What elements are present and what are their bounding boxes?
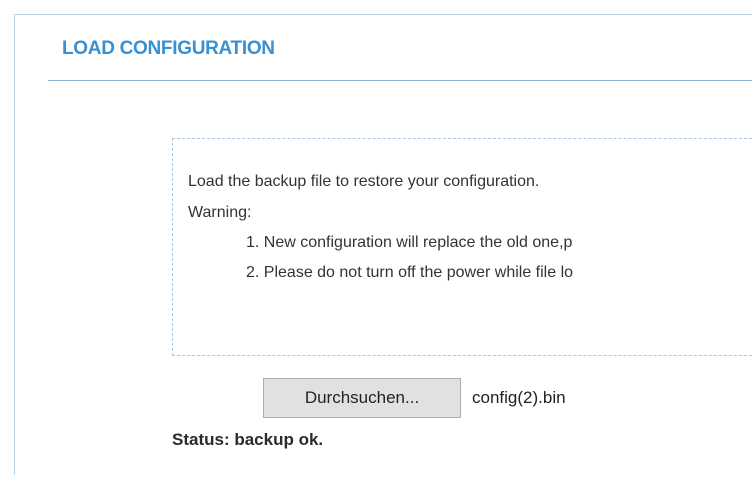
browse-button[interactable]: Durchsuchen... [263,378,461,418]
file-upload-row: Durchsuchen... config(2).bin [263,378,566,418]
section-title: LOAD CONFIGURATION [62,38,275,59]
title-divider [48,80,752,81]
selected-file-name: config(2).bin [472,388,566,407]
warning-item-1: 1. New configuration will replace the ol… [246,234,573,251]
warning-item-2: 2. Please do not turn off the power whil… [246,264,574,281]
warning-label: Warning: [188,204,252,221]
page: LOAD CONFIGURATION Load the backup file … [0,0,752,491]
status-text: Status: backup ok. [172,430,324,449]
intro-text: Load the backup file to restore your con… [188,173,540,190]
